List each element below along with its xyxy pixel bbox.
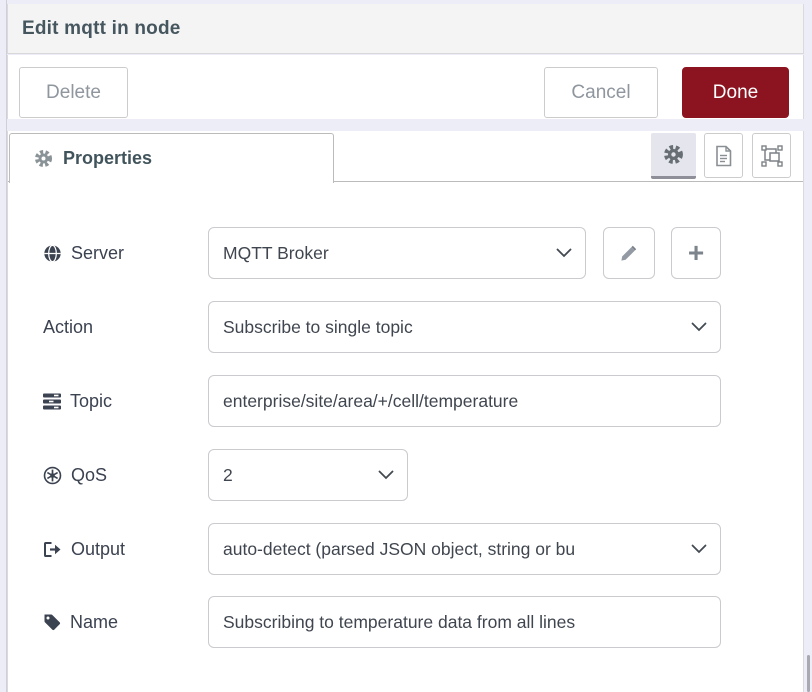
dialog-header: Edit mqtt in node xyxy=(7,4,804,54)
action-select-value: Subscribe to single topic xyxy=(223,317,413,338)
action-label: Action xyxy=(43,301,93,353)
qos-select[interactable]: 2 xyxy=(208,449,408,501)
server-select-value: MQTT Broker xyxy=(223,243,329,264)
form-row-topic: Topic xyxy=(8,375,803,427)
form-row-qos: QoS 2 xyxy=(8,449,803,501)
form-row-action: Action Subscribe to single topic xyxy=(8,301,803,353)
edit-node-dialog: Edit mqtt in node Delete Cancel Done Pro… xyxy=(0,0,812,692)
chevron-down-icon xyxy=(556,248,572,258)
output-select-value: auto-detect (parsed JSON object, string … xyxy=(223,539,575,560)
server-label: Server xyxy=(43,227,124,279)
server-select[interactable]: MQTT Broker xyxy=(208,227,586,279)
tab-properties-label: Properties xyxy=(63,148,152,169)
output-select[interactable]: auto-detect (parsed JSON object, string … xyxy=(208,523,721,575)
qos-label-text: QoS xyxy=(71,465,107,486)
tasks-icon xyxy=(43,393,61,410)
scrollbar-thumb[interactable] xyxy=(807,655,810,692)
tab-bar: Properties xyxy=(8,131,803,182)
form-row-output: Output auto-detect (parsed JSON object, … xyxy=(8,523,803,575)
group-selection-view-button[interactable] xyxy=(752,133,791,178)
chevron-down-icon xyxy=(691,544,707,554)
topic-input[interactable] xyxy=(208,375,721,427)
name-input[interactable] xyxy=(208,596,721,648)
tab-properties[interactable]: Properties xyxy=(9,133,334,183)
name-label: Name xyxy=(43,596,118,648)
output-label: Output xyxy=(43,523,125,575)
properties-view-button[interactable] xyxy=(651,133,696,179)
document-icon xyxy=(714,145,733,167)
name-label-text: Name xyxy=(70,612,118,633)
form-row-server: Server MQTT Broker + xyxy=(8,227,803,279)
action-select[interactable]: Subscribe to single topic xyxy=(208,301,721,353)
dialog-title: Edit mqtt in node xyxy=(22,18,181,40)
form-row-name: Name xyxy=(8,596,803,648)
cancel-button[interactable]: Cancel xyxy=(544,67,658,118)
description-view-button[interactable] xyxy=(704,133,743,178)
circle-asterisk-icon xyxy=(43,466,62,485)
gear-icon xyxy=(34,149,53,168)
workspace-edge-divider xyxy=(6,0,7,692)
server-label-text: Server xyxy=(71,243,124,264)
gear-icon xyxy=(663,144,684,165)
globe-icon xyxy=(43,244,62,263)
edit-server-button[interactable] xyxy=(603,227,655,279)
topic-label-text: Topic xyxy=(70,391,112,412)
output-label-text: Output xyxy=(71,539,125,560)
chevron-down-icon xyxy=(378,470,394,480)
chevron-down-icon xyxy=(691,322,707,332)
group-selection-icon xyxy=(761,145,783,167)
action-label-text: Action xyxy=(43,317,93,338)
qos-select-value: 2 xyxy=(223,465,233,486)
topic-label: Topic xyxy=(43,375,112,427)
tag-icon xyxy=(43,613,61,631)
pencil-icon xyxy=(619,243,639,263)
sign-out-icon xyxy=(43,541,62,558)
done-button[interactable]: Done xyxy=(682,67,789,118)
dialog-body: Properties xyxy=(7,131,804,692)
delete-button[interactable]: Delete xyxy=(19,67,128,118)
add-server-button[interactable]: + xyxy=(671,227,721,279)
dialog-toolbar: Delete Cancel Done xyxy=(7,55,804,119)
qos-label: QoS xyxy=(43,449,107,501)
